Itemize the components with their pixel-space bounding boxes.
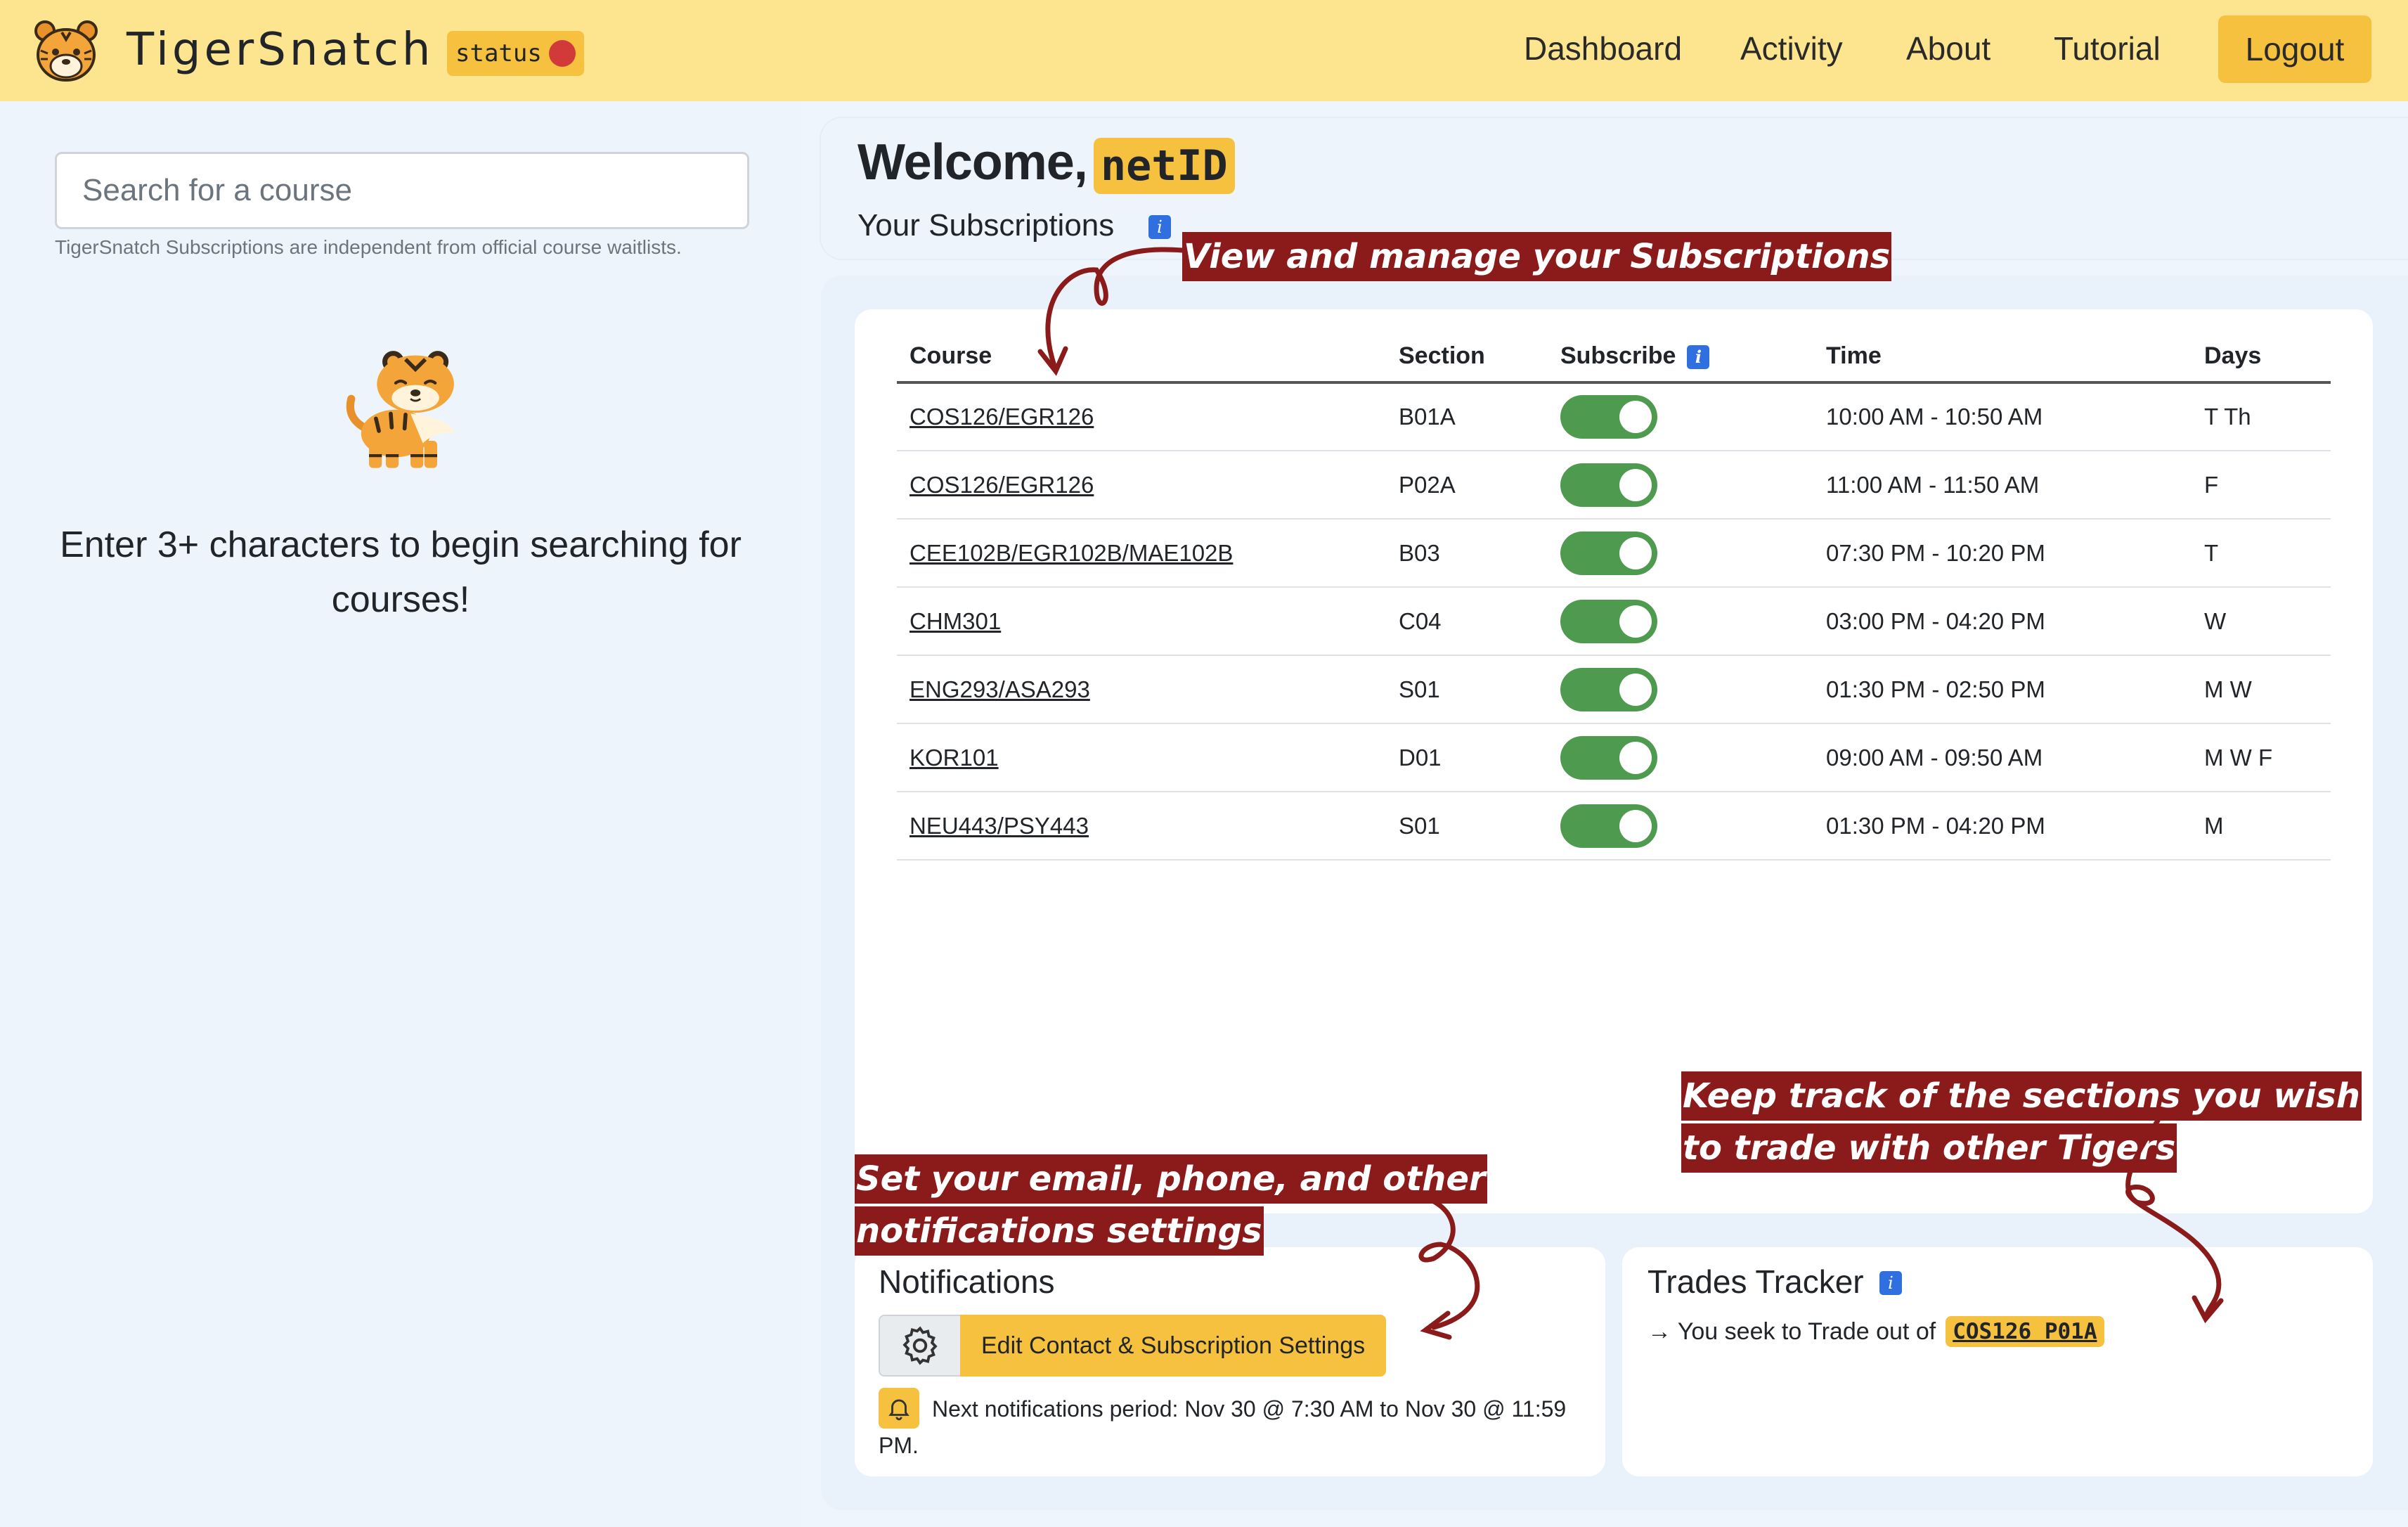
netid-badge: netID — [1094, 138, 1235, 194]
toggle-knob — [1619, 741, 1652, 774]
tiger-mascot-illustration — [346, 351, 455, 468]
days-cell: M W F — [2192, 723, 2331, 792]
search-help-text: TigerSnatch Subscriptions are independen… — [55, 236, 682, 258]
status-badge[interactable]: status — [447, 31, 584, 76]
time-cell: 10:00 AM - 10:50 AM — [1813, 382, 2192, 451]
trade-section-link[interactable]: COS126 P01A — [1946, 1316, 2104, 1347]
table-row: COS126/EGR126 B01A 10:00 AM - 10:50 AM T… — [897, 382, 2331, 451]
trades-info-icon[interactable]: i — [1879, 1271, 1902, 1295]
days-cell: F — [2192, 451, 2331, 520]
table-header-row: Course Section Subscribe i Time Days — [897, 330, 2331, 384]
course-search-input[interactable] — [55, 152, 749, 229]
subscribe-header-label: Subscribe — [1560, 342, 1676, 369]
gear-icon[interactable] — [879, 1315, 960, 1377]
table-row: CHM301 C04 03:00 PM - 04:20 PM W — [897, 587, 2331, 656]
course-link[interactable]: COS126/EGR126 — [910, 472, 1094, 498]
section-cell: B03 — [1386, 519, 1548, 588]
subscribe-toggle[interactable] — [1560, 531, 1657, 575]
time-cell: 01:30 PM - 02:50 PM — [1813, 655, 2192, 724]
logout-button[interactable]: Logout — [2218, 15, 2371, 83]
annotation-trades-line1: Keep track of the sections you wish — [1681, 1071, 2362, 1121]
nav-link-tutorial[interactable]: Tutorial — [2054, 30, 2161, 67]
course-link[interactable]: ENG293/ASA293 — [910, 676, 1090, 702]
subscribe-toggle[interactable] — [1560, 735, 1657, 780]
table-row: ENG293/ASA293 S01 01:30 PM - 02:50 PM M … — [897, 655, 2331, 724]
annotation-trades-line2: to trade with other Tigers — [1681, 1123, 2177, 1173]
subscribe-toggle[interactable] — [1560, 395, 1657, 439]
time-cell: 07:30 PM - 10:20 PM — [1813, 519, 2192, 588]
column-header-subscribe: Subscribe i — [1548, 330, 1813, 384]
table-row: NEU443/PSY443 S01 01:30 PM - 04:20 PM M — [897, 792, 2331, 861]
subscribe-info-icon[interactable]: i — [1687, 344, 1710, 369]
days-cell: M W — [2192, 655, 2331, 724]
time-cell: 03:00 PM - 04:20 PM — [1813, 587, 2192, 656]
trade-seek-line: → You seek to Trade out of COS126 P01A — [1648, 1316, 2104, 1347]
edit-settings-button[interactable]: Edit Contact & Subscription Settings — [960, 1315, 1387, 1377]
column-header-course: Course — [897, 330, 1386, 384]
welcome-greeting: Welcome, — [857, 134, 1088, 191]
nav-link-dashboard[interactable]: Dashboard — [1524, 30, 1682, 67]
section-cell: S01 — [1386, 655, 1548, 724]
status-indicator-dot — [548, 40, 576, 67]
toggle-knob — [1619, 536, 1652, 569]
subscriptions-info-icon[interactable]: i — [1148, 215, 1171, 239]
settings-button-group[interactable]: Edit Contact & Subscription Settings — [879, 1315, 1387, 1377]
notifications-title: Notifications — [879, 1263, 1055, 1300]
section-cell: S01 — [1386, 792, 1548, 861]
section-cell: P02A — [1386, 451, 1548, 520]
table-row: COS126/EGR126 P02A 11:00 AM - 11:50 AM F — [897, 451, 2331, 520]
notification-period-text: Next notifications period: Nov 30 @ 7:30… — [879, 1396, 1567, 1458]
table-row: KOR101 D01 09:00 AM - 09:50 AM M W F — [897, 723, 2331, 792]
time-cell: 11:00 AM - 11:50 AM — [1813, 451, 2192, 520]
brand-name[interactable]: TigerSnatch — [127, 24, 434, 76]
days-cell: T — [2192, 519, 2331, 588]
table-row: CEE102B/EGR102B/MAE102B B03 07:30 PM - 1… — [897, 519, 2331, 588]
status-label: status — [455, 39, 542, 67]
nav-link-about[interactable]: About — [1906, 30, 1991, 67]
trade-seek-text: → You seek to Trade out of — [1648, 1317, 1936, 1345]
annotation-notif-line1: Set your email, phone, and other — [855, 1154, 1487, 1204]
toggle-knob — [1619, 809, 1652, 842]
time-cell: 09:00 AM - 09:50 AM — [1813, 723, 2192, 792]
subscribe-toggle[interactable] — [1560, 599, 1657, 643]
annotation-subscriptions: View and manage your Subscriptions — [1182, 232, 1892, 281]
course-link[interactable]: KOR101 — [910, 745, 999, 771]
column-header-time: Time — [1813, 330, 2192, 384]
search-pane: TigerSnatch Subscriptions are independen… — [0, 101, 801, 1527]
annotation-notif-line2: notifications settings — [855, 1206, 1264, 1256]
days-cell: T Th — [2192, 382, 2331, 451]
subscriptions-heading: Your Subscriptions — [857, 208, 1115, 243]
toggle-knob — [1619, 673, 1652, 706]
search-prompt-text: Enter 3+ characters to begin searching f… — [60, 524, 742, 620]
toggle-knob — [1619, 468, 1652, 501]
course-link[interactable]: NEU443/PSY443 — [910, 813, 1089, 839]
section-cell: C04 — [1386, 587, 1548, 656]
subscribe-toggle[interactable] — [1560, 463, 1657, 507]
toggle-knob — [1619, 401, 1652, 433]
course-link[interactable]: CEE102B/EGR102B/MAE102B — [910, 540, 1233, 566]
column-header-section: Section — [1386, 330, 1548, 384]
navbar: TigerSnatch status Dashboard Activity Ab… — [0, 0, 2408, 101]
section-cell: D01 — [1386, 723, 1548, 792]
toggle-knob — [1619, 605, 1652, 638]
course-link[interactable]: CHM301 — [910, 608, 1001, 634]
time-cell: 01:30 PM - 04:20 PM — [1813, 792, 2192, 861]
course-link[interactable]: COS126/EGR126 — [910, 404, 1094, 430]
days-cell: W — [2192, 587, 2331, 656]
nav-link-activity[interactable]: Activity — [1740, 30, 1843, 67]
days-cell: M — [2192, 792, 2331, 861]
trades-tracker-title: Trades Tracker — [1648, 1263, 1864, 1300]
subscribe-toggle[interactable] — [1560, 804, 1657, 848]
tiger-logo-icon[interactable] — [31, 15, 101, 86]
section-cell: B01A — [1386, 382, 1548, 451]
column-header-days: Days — [2192, 330, 2331, 384]
subscriptions-table: Course Section Subscribe i Time Days COS1… — [897, 330, 2331, 861]
subscribe-toggle[interactable] — [1560, 667, 1657, 711]
